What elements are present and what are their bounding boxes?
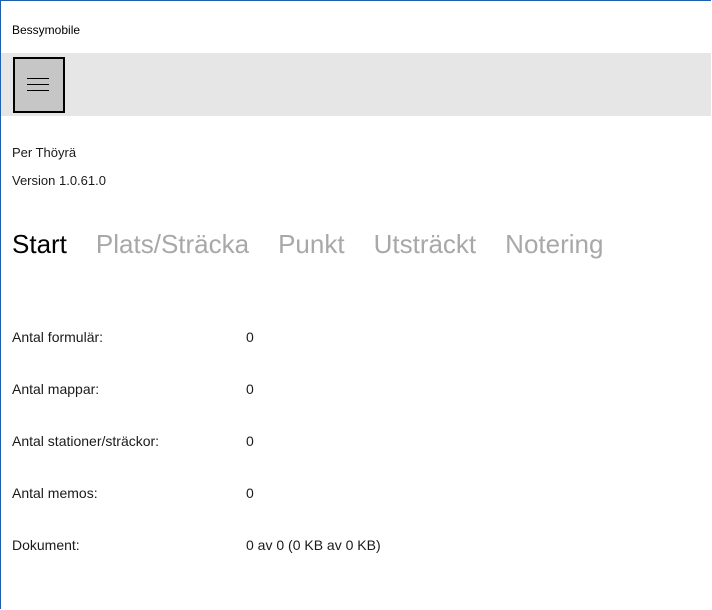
stat-row-dokument: Dokument: 0 av 0 (0 KB av 0 KB) bbox=[12, 537, 612, 589]
window-title: Bessymobile bbox=[12, 23, 81, 37]
stats-panel: Antal formulär: 0 Antal mappar: 0 Antal … bbox=[12, 329, 612, 589]
tab-start[interactable]: Start bbox=[12, 229, 67, 260]
tab-plats-stracka[interactable]: Plats/Sträcka bbox=[96, 229, 249, 260]
app-window: Bessymobile Per Thöyrä Version 1.0.61.0 … bbox=[0, 0, 711, 609]
app-version: Version 1.0.61.0 bbox=[12, 173, 106, 188]
stat-label: Antal memos: bbox=[12, 485, 98, 501]
title-bar: Bessymobile bbox=[1, 1, 711, 53]
stat-value: 0 av 0 (0 KB av 0 KB) bbox=[246, 537, 381, 553]
tab-notering[interactable]: Notering bbox=[505, 229, 603, 260]
stat-row-formular: Antal formulär: 0 bbox=[12, 329, 612, 381]
user-info: Per Thöyrä Version 1.0.61.0 bbox=[12, 139, 106, 195]
stat-label: Antal mappar: bbox=[12, 381, 100, 397]
stat-label: Antal formulär: bbox=[12, 329, 104, 345]
stat-label: Antal stationer/sträckor: bbox=[12, 433, 160, 449]
user-name: Per Thöyrä bbox=[12, 145, 77, 160]
hamburger-menu-button[interactable] bbox=[13, 57, 65, 113]
stat-value: 0 bbox=[246, 381, 254, 397]
stat-label: Dokument: bbox=[12, 537, 80, 553]
pivot-tabs: Start Plats/Sträcka Punkt Utsträckt Notering bbox=[12, 229, 632, 260]
top-toolbar bbox=[1, 53, 711, 116]
stat-row-memos: Antal memos: 0 bbox=[12, 485, 612, 537]
tab-punkt[interactable]: Punkt bbox=[278, 229, 345, 260]
stat-row-mappar: Antal mappar: 0 bbox=[12, 381, 612, 433]
stat-value: 0 bbox=[246, 329, 254, 345]
stat-value: 0 bbox=[246, 433, 254, 449]
tab-utstrackt[interactable]: Utsträckt bbox=[374, 229, 477, 260]
stat-value: 0 bbox=[246, 485, 254, 501]
stat-row-stationer: Antal stationer/sträckor: 0 bbox=[12, 433, 612, 485]
